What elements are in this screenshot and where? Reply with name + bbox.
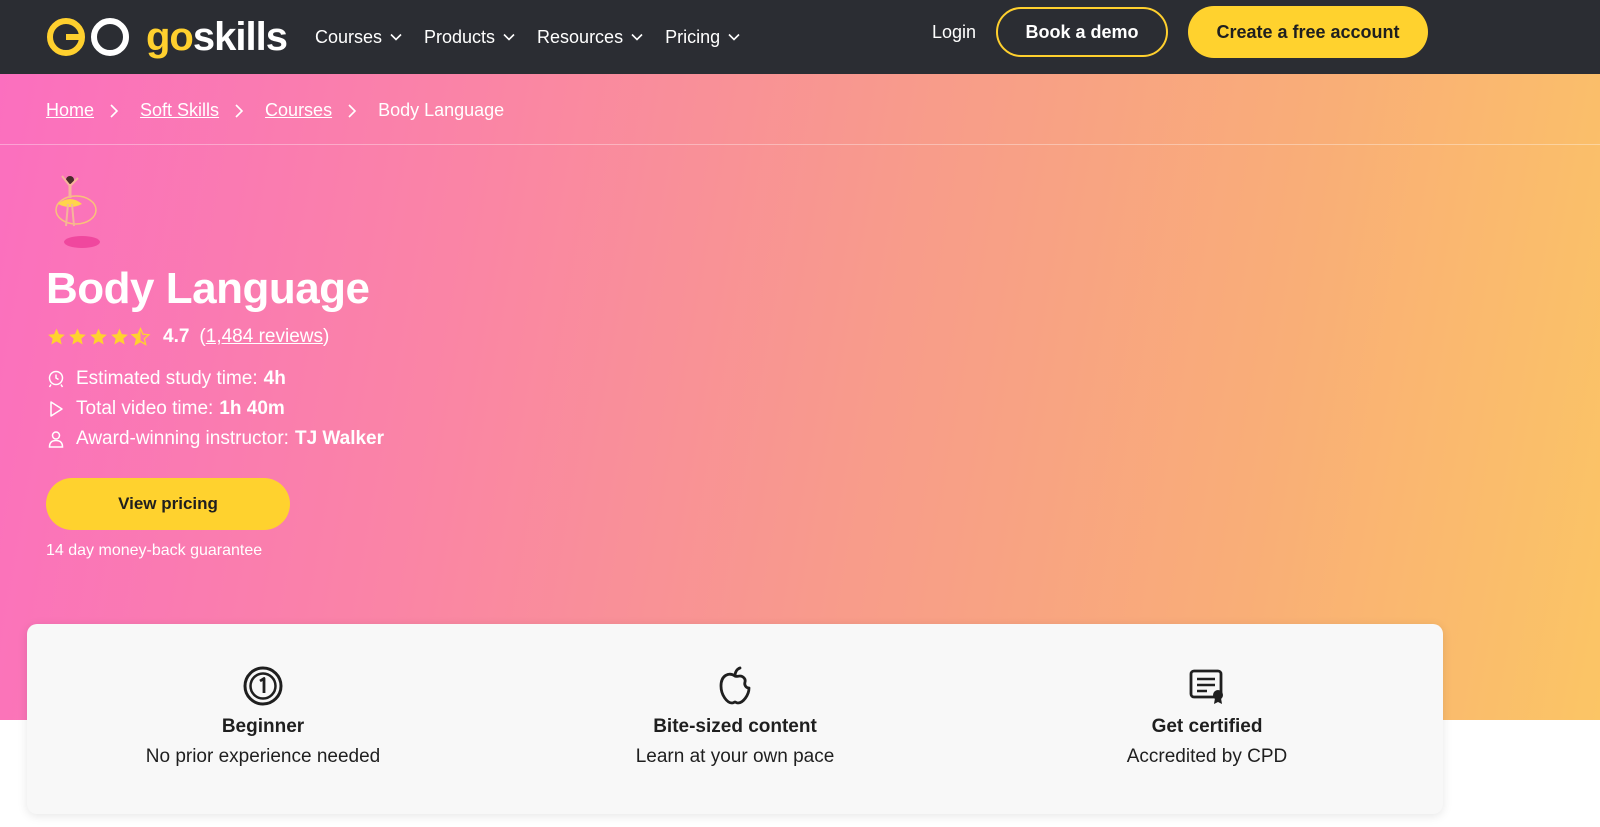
meta-instructor: Award-winning instructor: TJ Walker <box>46 424 384 454</box>
reviews-link[interactable]: 1,484 reviews <box>206 326 323 348</box>
ballerina-illustration <box>55 175 100 248</box>
half-star-icon <box>130 327 151 346</box>
feature-title: Get certified <box>1151 716 1263 737</box>
nav-item-pricing[interactable]: Pricing <box>665 27 740 48</box>
course-features-card: Beginner No prior experience needed Bite… <box>27 624 1443 814</box>
nav-item-label: Courses <box>314 26 382 47</box>
main-menu: Courses Products Resources Pricing <box>315 27 762 48</box>
feature-beginner: Beginner No prior experience needed <box>27 624 499 814</box>
feature-title: Beginner <box>221 716 305 737</box>
feature-bite-sized: Bite-sized content Learn at your own pac… <box>499 624 971 814</box>
nav-item-label: Resources <box>537 26 624 47</box>
top-navigation: goskills Courses Products Resources Pric… <box>0 0 1600 74</box>
reviews-close-paren: ) <box>322 326 330 347</box>
feature-subtitle: No prior experience needed <box>145 746 381 767</box>
nav-item-label: Pricing <box>665 26 721 47</box>
clock-icon <box>48 370 64 388</box>
chevron-down-icon <box>390 33 402 41</box>
rating-value: 4.7 <box>163 326 190 347</box>
chevron-down-icon <box>631 33 643 41</box>
chevron-down-icon <box>503 33 515 41</box>
logo-mark-icon <box>47 18 129 56</box>
feature-subtitle: Accredited by CPD <box>1126 746 1288 767</box>
hero-divider <box>0 144 1600 145</box>
feature-subtitle: Learn at your own pace <box>635 746 835 767</box>
course-rating: 4.7 (1,484 reviews) <box>46 326 329 348</box>
chevron-down-icon <box>728 33 740 41</box>
star-icon <box>69 328 86 345</box>
book-demo-button[interactable]: Book a demo <box>996 7 1168 57</box>
meta-value: 1h 40m <box>219 398 285 419</box>
apple-icon <box>719 666 751 705</box>
meta-label: Estimated study time: <box>76 368 258 389</box>
course-meta-list: Estimated study time: 4h Total video tim… <box>46 364 384 454</box>
nav-item-resources[interactable]: Resources <box>537 27 643 48</box>
login-link[interactable]: Login <box>932 22 976 43</box>
meta-label: Award-winning instructor: <box>76 428 289 449</box>
certificate-icon <box>1189 669 1223 704</box>
view-pricing-button[interactable]: View pricing <box>46 478 290 530</box>
user-icon <box>48 431 64 448</box>
logo-skills-text: skills <box>192 15 288 59</box>
breadcrumb-courses-link[interactable]: Courses <box>265 100 332 121</box>
chevron-right-icon <box>348 103 357 118</box>
meta-value: 4h <box>263 368 286 389</box>
play-icon <box>50 401 63 417</box>
nav-actions: Login Book a demo Create a free account <box>932 6 1428 58</box>
meta-value: TJ Walker <box>294 428 385 449</box>
meta-video-time: Total video time: 1h 40m <box>46 394 384 424</box>
chevron-right-icon <box>110 103 119 118</box>
course-title: Body Language <box>46 264 370 313</box>
create-free-account-button[interactable]: Create a free account <box>1188 6 1428 58</box>
star-rating <box>46 327 151 347</box>
meta-label: Total video time: <box>76 398 214 419</box>
breadcrumb: Home Soft Skills Courses Body Language <box>46 100 504 121</box>
nav-item-courses[interactable]: Courses <box>315 27 402 48</box>
feature-certified: Get certified Accredited by CPD <box>971 624 1443 814</box>
breadcrumb-home-link[interactable]: Home <box>46 100 94 121</box>
nav-item-label: Products <box>423 26 496 47</box>
star-icon <box>90 328 107 345</box>
breadcrumb-soft-skills-link[interactable]: Soft Skills <box>140 100 219 121</box>
feature-title: Bite-sized content <box>653 716 817 737</box>
logo-go-text: go <box>146 15 194 59</box>
nav-item-products[interactable]: Products <box>424 27 515 48</box>
meta-study-time: Estimated study time: 4h <box>46 364 384 394</box>
chevron-right-icon <box>235 103 244 118</box>
number-one-icon <box>243 666 283 706</box>
star-icon <box>111 328 128 345</box>
breadcrumb-current: Body Language <box>378 100 505 120</box>
money-back-guarantee: 14 day money-back guarantee <box>46 542 263 559</box>
star-icon <box>48 328 65 345</box>
goskills-logo[interactable]: goskills <box>46 15 288 59</box>
